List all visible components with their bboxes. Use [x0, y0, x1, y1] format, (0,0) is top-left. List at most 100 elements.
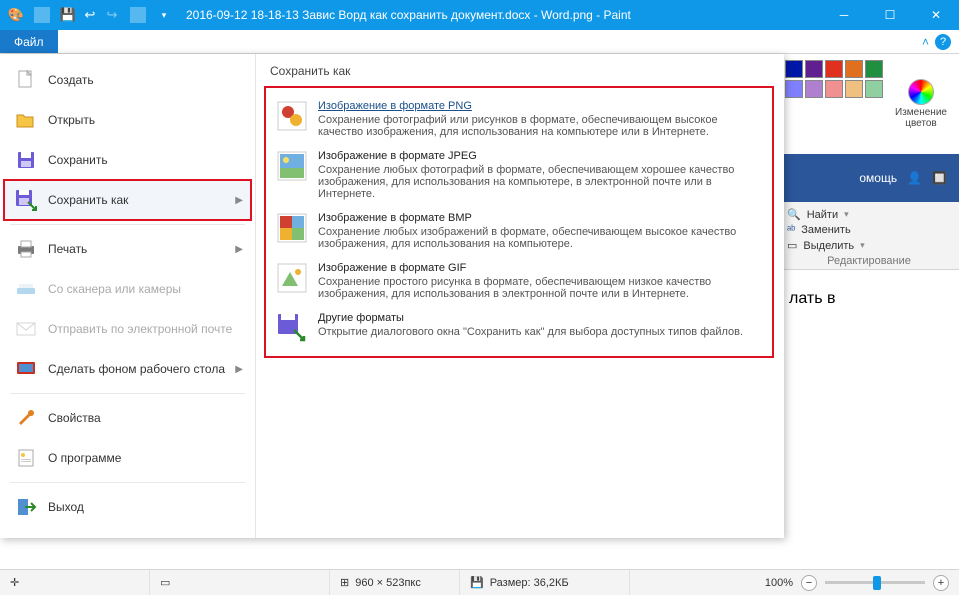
- word-help-tab: омощь: [859, 171, 897, 185]
- desktop-icon: [14, 357, 38, 381]
- background-word-window: омощь 👤 🔲 🔍Найти▾ ᵃᵇЗаменить ▭Выделить▾ …: [779, 154, 959, 544]
- paint-app-icon: 🎨: [8, 7, 24, 23]
- submenu-arrow-icon: ▶: [235, 244, 243, 255]
- option-title: Изображение в формате BMP: [318, 212, 762, 224]
- crosshair-icon: ✛: [10, 576, 19, 589]
- replace-label: Заменить: [801, 224, 850, 236]
- zoom-control[interactable]: 100% − +: [755, 575, 959, 591]
- redo-icon[interactable]: ↪: [104, 7, 120, 23]
- file-menu-left-column: Создать Открыть Сохранить Сохранить как …: [0, 54, 256, 538]
- option-title: Изображение в формате GIF: [318, 262, 762, 274]
- status-bar: ✛ ▭ ⊞ 960 × 523пкс 💾 Размер: 36,2КБ 100%…: [0, 569, 959, 595]
- word-titlebar: омощь 👤 🔲: [779, 154, 959, 202]
- option-desc: Сохранение любых фотографий в формате, о…: [318, 164, 762, 200]
- option-title: Изображение в формате JPEG: [318, 150, 762, 162]
- find-icon: 🔍: [787, 208, 801, 221]
- menu-label: Открыть: [48, 113, 95, 127]
- menu-separator: [10, 482, 245, 483]
- close-button[interactable]: ✕: [913, 0, 959, 30]
- menu-label: Сохранить: [48, 153, 108, 167]
- option-desc: Сохранение любых изображений в формате, …: [318, 226, 762, 250]
- menu-separator: [10, 393, 245, 394]
- save-icon[interactable]: 💾: [60, 7, 76, 23]
- submenu-title: Сохранить как: [256, 54, 784, 84]
- ribbon-collapse-icon[interactable]: ˄: [922, 35, 929, 49]
- menu-label: О программе: [48, 451, 121, 465]
- submenu-arrow-icon: ▶: [235, 364, 243, 375]
- file-menu-right-column: Сохранить как Изображение в формате PNG …: [256, 54, 784, 538]
- file-menu-email: Отправить по электронной почте: [4, 309, 251, 349]
- file-menu-properties[interactable]: Свойства: [4, 398, 251, 438]
- maximize-button[interactable]: ☐: [867, 0, 913, 30]
- file-menu-save[interactable]: Сохранить: [4, 140, 251, 180]
- word-group-label: Редактирование: [787, 255, 951, 267]
- ribbon-tab-row: Файл ˄ ?: [0, 30, 959, 54]
- select-icon: ▭: [787, 239, 797, 252]
- option-title: Изображение в формате PNG: [318, 100, 762, 112]
- status-cursor-pos: ✛: [0, 570, 150, 595]
- file-menu-new[interactable]: Создать: [4, 60, 251, 100]
- zoom-out-button[interactable]: −: [801, 575, 817, 591]
- file-menu-print[interactable]: Печать ▶: [4, 229, 251, 269]
- minimize-button[interactable]: ─: [821, 0, 867, 30]
- undo-icon[interactable]: ↩: [82, 7, 98, 23]
- disk-icon: 💾: [470, 576, 484, 589]
- help-icon[interactable]: ?: [935, 34, 951, 50]
- print-icon: [14, 237, 38, 261]
- save-as-options-panel: Изображение в формате PNG Сохранение фот…: [264, 86, 774, 358]
- ribbon-colors-group: Изменение цветов: [779, 54, 959, 154]
- file-menu-save-as[interactable]: Сохранить как ▶: [4, 180, 251, 220]
- qat-divider: [34, 7, 50, 23]
- menu-label: Со сканера или камеры: [48, 282, 181, 296]
- option-desc: Сохранение простого рисунка в формате, о…: [318, 276, 762, 300]
- saveas-icon: [14, 188, 38, 212]
- file-menu-about[interactable]: О программе: [4, 438, 251, 478]
- png-icon: [276, 100, 308, 132]
- open-icon: [14, 108, 38, 132]
- titlebar: 🎨 💾 ↩ ↪ ▾ 2016-09-12 18-18-13 Завис Ворд…: [0, 0, 959, 30]
- menu-label: Печать: [48, 242, 87, 256]
- customize-qat-icon[interactable]: ▾: [156, 7, 172, 23]
- color-palette[interactable]: [779, 54, 889, 154]
- email-icon: [14, 317, 38, 341]
- word-share-icon: 👤: [907, 171, 922, 185]
- zoom-slider[interactable]: [825, 581, 925, 584]
- file-tab[interactable]: Файл: [0, 30, 58, 53]
- scanner-icon: [14, 277, 38, 301]
- properties-icon: [14, 406, 38, 430]
- option-desc: Открытие диалогового окна "Сохранить как…: [318, 326, 743, 338]
- save-as-gif[interactable]: Изображение в формате GIF Сохранение про…: [272, 256, 766, 306]
- save-as-png[interactable]: Изображение в формате PNG Сохранение фот…: [272, 94, 766, 144]
- quick-access-toolbar: 🎨 💾 ↩ ↪ ▾: [0, 7, 180, 23]
- new-icon: [14, 68, 38, 92]
- gif-icon: [276, 262, 308, 294]
- word-ribbon-editing: 🔍Найти▾ ᵃᵇЗаменить ▭Выделить▾ Редактиров…: [779, 202, 959, 270]
- file-menu-exit[interactable]: Выход: [4, 487, 251, 527]
- color-wheel-icon: [908, 79, 934, 105]
- selection-icon: ▭: [160, 576, 170, 589]
- zoom-in-button[interactable]: +: [933, 575, 949, 591]
- file-menu-scanner: Со сканера или камеры: [4, 269, 251, 309]
- select-label: Выделить: [803, 240, 854, 252]
- edit-colors-button[interactable]: Изменение цветов: [889, 54, 953, 154]
- file-menu-desktop[interactable]: Сделать фоном рабочего стола ▶: [4, 349, 251, 389]
- window-controls: ─ ☐ ✕: [821, 0, 959, 30]
- file-menu-open[interactable]: Открыть: [4, 100, 251, 140]
- save-as-other[interactable]: Другие форматы Открытие диалогового окна…: [272, 306, 766, 350]
- about-icon: [14, 446, 38, 470]
- bmp-icon: [276, 212, 308, 244]
- status-canvas-size: ⊞ 960 × 523пкс: [330, 570, 460, 595]
- word-document-body: лать в: [779, 270, 959, 328]
- menu-label: Сохранить как: [48, 193, 128, 207]
- option-desc: Сохранение фотографий или рисунков в фор…: [318, 114, 762, 138]
- jpeg-icon: [276, 150, 308, 182]
- menu-separator: [10, 224, 245, 225]
- submenu-arrow-icon: ▶: [235, 195, 243, 206]
- exit-icon: [14, 495, 38, 519]
- zoom-value: 100%: [765, 577, 793, 589]
- save-as-jpeg[interactable]: Изображение в формате JPEG Сохранение лю…: [272, 144, 766, 206]
- zoom-thumb[interactable]: [873, 576, 881, 590]
- other-formats-icon: [276, 312, 308, 344]
- menu-label: Создать: [48, 73, 94, 87]
- save-as-bmp[interactable]: Изображение в формате BMP Сохранение люб…: [272, 206, 766, 256]
